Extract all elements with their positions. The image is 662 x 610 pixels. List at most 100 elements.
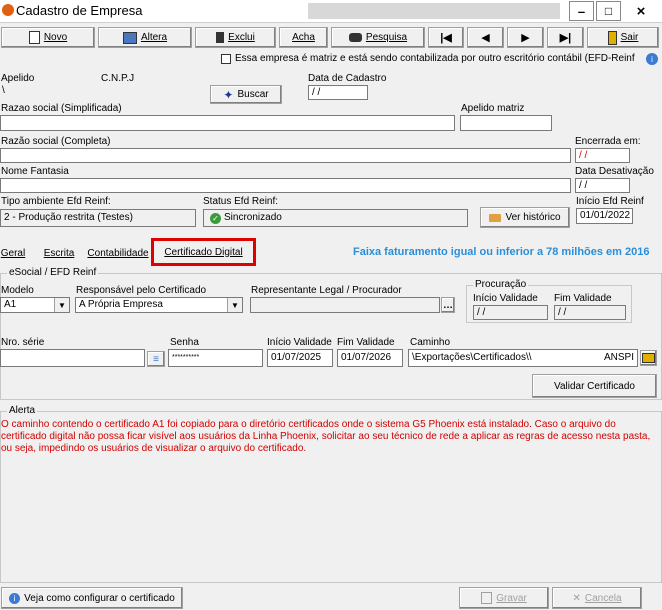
tipo-ambiente-field[interactable]: 2 - Produção restrita (Testes) [0, 209, 196, 227]
info-icon[interactable]: i [646, 53, 658, 65]
matriz-checkbox[interactable] [221, 54, 231, 64]
matriz-checkbox-label: Essa empresa é matriz e está sendo conta… [235, 53, 635, 64]
save-icon [481, 592, 493, 604]
close-button[interactable]: × [624, 1, 658, 21]
senha-label: Senha [170, 337, 199, 348]
minimize-button[interactable]: – [569, 1, 594, 21]
last-record-button[interactable]: ▶| [547, 27, 584, 48]
last-icon: ▶| [559, 32, 572, 44]
apelido-field[interactable]: \ [0, 84, 99, 99]
cancel-icon: ✕ [572, 592, 581, 604]
novo-button[interactable]: Novo [1, 27, 95, 48]
apelido-matriz-label: Apelido matriz [461, 103, 525, 114]
responsavel-select[interactable]: A Própria Empresa ▼ [75, 297, 243, 313]
esocial-group-title: eSocial / EFD Reinf [7, 267, 99, 279]
alerta-text: O caminho contendo o certificado A1 foi … [1, 419, 651, 454]
altera-button[interactable]: Altera [98, 27, 192, 48]
exclui-button[interactable]: Exclui [195, 27, 276, 48]
cancela-button[interactable]: ✕ Cancela [552, 587, 642, 609]
window-title: Cadastro de Empresa [16, 3, 143, 18]
nro-serie-field[interactable] [0, 349, 145, 367]
tab-contabilidade[interactable]: Contabilidade [86, 243, 150, 263]
procuracao-group-title: Procuração [473, 279, 529, 291]
next-record-button[interactable]: ▶ [507, 27, 544, 48]
chevron-down-icon: ▼ [54, 298, 69, 312]
trash-icon [216, 32, 225, 43]
first-record-button[interactable]: |◀ [428, 27, 464, 48]
nome-fantasia-field[interactable] [0, 178, 571, 193]
representante-browse-button[interactable]: … [441, 297, 455, 313]
veja-como-button[interactable]: i Veja como configurar o certificado [1, 587, 183, 609]
caminho-field[interactable]: \Exportações\Certificados\\ ANSPI [408, 349, 638, 367]
apelido-matriz-field[interactable] [460, 115, 552, 131]
check-circle-icon: ✓ [210, 213, 221, 224]
fim-validade-field[interactable]: 01/07/2026 [337, 349, 403, 367]
responsavel-label: Responsável pelo Certificado [76, 285, 207, 296]
exit-door-icon [607, 30, 617, 45]
razao-completa-label: Razão social (Completa) [1, 136, 111, 147]
next-icon: ▶ [521, 32, 530, 44]
gravar-button[interactable]: Gravar [459, 587, 549, 609]
caminho-label: Caminho [410, 337, 451, 348]
proc-inicio-label: Início Validade [473, 293, 538, 304]
folder-icon [489, 213, 502, 222]
acha-button[interactable]: Acha [279, 27, 328, 48]
proc-fim-field[interactable]: / / [554, 305, 626, 320]
inicio-validade-field[interactable]: 01/07/2025 [267, 349, 333, 367]
prev-icon: ◀ [481, 32, 490, 44]
tab-escrita[interactable]: Escrita [41, 243, 77, 263]
browse-folder-button[interactable] [640, 350, 657, 366]
cnpj-field[interactable] [100, 84, 205, 99]
encerrada-label: Encerrada em: [575, 136, 641, 147]
inicio-efd-field[interactable]: 01/01/2022 [576, 208, 633, 224]
sair-button[interactable]: Sair [587, 27, 659, 48]
modelo-label: Modelo [1, 285, 34, 296]
nro-serie-label: Nro. série [1, 337, 45, 348]
razao-simplificada-field[interactable] [0, 115, 455, 131]
title-redaction [147, 3, 305, 19]
title-redaction-gray [308, 3, 560, 19]
data-desativacao-label: Data Desativação [575, 166, 654, 177]
data-cadastro-field[interactable]: / / [308, 85, 368, 100]
prev-record-button[interactable]: ◀ [467, 27, 504, 48]
faixa-faturamento-text: Faixa faturamento igual ou inferior a 78… [353, 246, 650, 258]
tab-geral[interactable]: Geral [0, 243, 26, 263]
chevron-down-icon: ▼ [227, 298, 242, 312]
title-bar: Cadastro de Empresa – □ × [0, 0, 662, 23]
first-icon: |◀ [440, 32, 452, 44]
nro-serie-button[interactable]: ≡ [147, 351, 165, 367]
representante-label: Representante Legal / Procurador [251, 285, 402, 296]
caminho-suffix: ANSPI [603, 352, 634, 363]
folder-open-icon [642, 353, 655, 363]
inicio-validade-label: Início Validade [267, 337, 332, 348]
edit-icon [122, 31, 137, 44]
new-document-icon [28, 31, 40, 44]
list-icon: ≡ [153, 353, 159, 365]
razao-simplificada-label: Razao social (Simplificada) [1, 103, 122, 114]
app-icon [2, 4, 14, 16]
validar-certificado-button[interactable]: Validar Certificado [532, 374, 657, 398]
binoculars-icon [348, 33, 362, 42]
toolbar: Novo Altera Exclui Acha Pesquisa |◀ ◀ ▶ … [0, 27, 662, 49]
nome-fantasia-label: Nome Fantasia [1, 166, 69, 177]
inicio-efd-label: Início Efd Reinf [576, 196, 644, 207]
fim-validade-label: Fim Validade [337, 337, 395, 348]
data-cadastro-label: Data de Cadastro [308, 73, 387, 84]
data-desativacao-field[interactable]: / / [575, 178, 630, 193]
buscar-icon: ✦ [223, 87, 234, 102]
ver-historico-button[interactable]: Ver histórico [480, 207, 570, 228]
razao-completa-field[interactable] [0, 148, 571, 163]
tipo-ambiente-label: Tipo ambiente Efd Reinf: [1, 196, 111, 207]
encerrada-field[interactable]: / / [575, 148, 630, 163]
modelo-select[interactable]: A1 ▼ [0, 297, 70, 313]
tab-certificado-digital[interactable]: Certificado Digital [151, 238, 256, 266]
proc-inicio-field[interactable]: / / [473, 305, 548, 320]
buscar-button[interactable]: ✦ Buscar [210, 85, 282, 104]
status-efd-label: Status Efd Reinf: [203, 196, 279, 207]
info-icon: i [9, 592, 21, 604]
representante-field[interactable] [250, 297, 440, 313]
status-efd-field[interactable]: ✓ Sincronizado [203, 209, 468, 227]
senha-field[interactable]: ********** [168, 349, 263, 367]
pesquisa-button[interactable]: Pesquisa [331, 27, 425, 48]
maximize-button[interactable]: □ [596, 1, 621, 21]
